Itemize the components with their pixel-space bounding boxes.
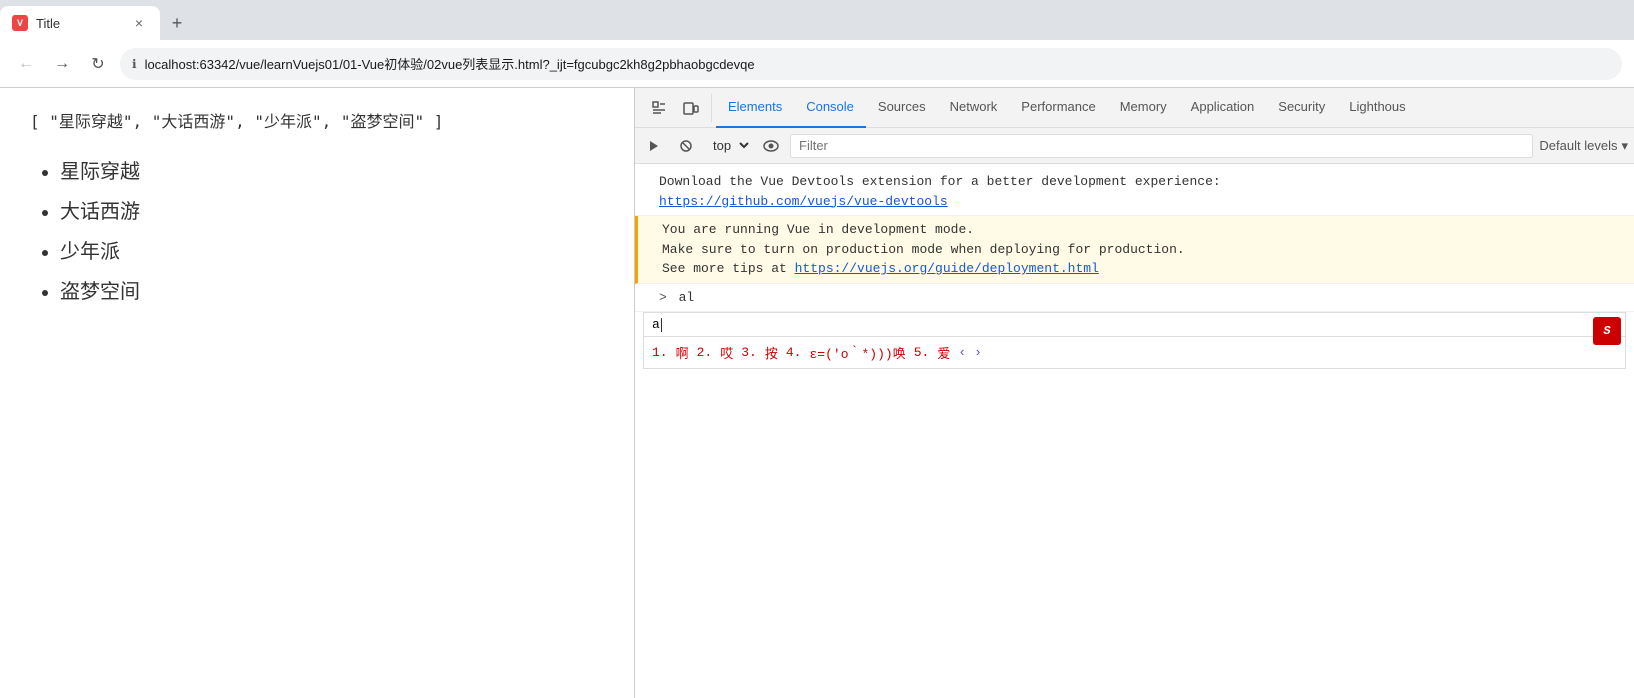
favicon-text: V [17, 18, 23, 28]
movie-list: 星际穿越大话西游少年派盗梦空间 [30, 152, 604, 312]
tab-console[interactable]: Console [794, 88, 866, 128]
tab-performance[interactable]: Performance [1009, 88, 1107, 128]
url-text: localhost:63342/vue/learnVuejs01/01-Vue初… [145, 54, 755, 73]
console-prompt-output: > al [635, 284, 1634, 313]
autocomplete-container: a S 1. 啊 2. 哎 3. 按 [643, 312, 1626, 369]
url-bar[interactable]: ℹ localhost:63342/vue/learnVuejs01/01-Vu… [120, 48, 1622, 80]
default-levels-selector[interactable]: Default levels ▾ [1539, 138, 1628, 154]
back-button[interactable]: ← [12, 50, 40, 78]
autocomplete-item-4[interactable]: ε=(′ο｀*)))唤 [809, 343, 905, 362]
devtools-tab-bar: Elements Console Sources Network Perform… [635, 88, 1634, 128]
console-clear-icon[interactable] [673, 133, 699, 159]
autocomplete-dropdown[interactable]: 1. 啊 2. 哎 3. 按 4. ε=(′ο｀*)))唤 5. 爱 ‹ › [643, 337, 1626, 369]
console-input-box[interactable]: a S [643, 312, 1626, 337]
inspect-element-icon[interactable] [645, 94, 673, 122]
sogou-icon: S [1593, 317, 1621, 345]
input-cursor [661, 318, 662, 332]
console-prompt-text: al [679, 290, 695, 305]
autocomplete-item-5[interactable]: 爱 [937, 343, 950, 362]
console-output: Download the Vue Devtools extension for … [635, 164, 1634, 698]
address-bar: ← → ↻ ℹ localhost:63342/vue/learnVuejs01… [0, 40, 1634, 88]
autocomplete-item-2[interactable]: 哎 [720, 343, 733, 362]
info-icon: ℹ [132, 57, 137, 71]
autocomplete-num-4: 4. [786, 345, 802, 360]
console-arrow-icon: > [659, 290, 667, 305]
tab-elements[interactable]: Elements [716, 88, 794, 128]
autocomplete-num-1: 1. [652, 345, 668, 360]
main-area: [ "星际穿越", "大话西游", "少年派", "盗梦空间" ] 星际穿越大话… [0, 88, 1634, 698]
console-message-devmode: You are running Vue in development mode.… [635, 216, 1634, 284]
tab-memory[interactable]: Memory [1108, 88, 1179, 128]
list-item: 少年派 [60, 232, 604, 272]
tab-lighthouse[interactable]: Lighthous [1337, 88, 1417, 128]
devtools-link[interactable]: https://github.com/vuejs/vue-devtools [659, 194, 948, 209]
autocomplete-num-3: 3. [741, 345, 757, 360]
devtools-panel: Elements Console Sources Network Perform… [634, 88, 1634, 698]
eye-icon[interactable] [758, 133, 784, 159]
tab-security[interactable]: Security [1266, 88, 1337, 128]
tab-close-button[interactable]: × [130, 14, 148, 32]
page-content: [ "星际穿越", "大话西游", "少年派", "盗梦空间" ] 星际穿越大话… [0, 88, 634, 698]
active-tab[interactable]: V Title × [0, 6, 160, 40]
console-toolbar: top Default levels ▾ [635, 128, 1634, 164]
autocomplete-num-5: 5. [914, 345, 930, 360]
autocomplete-num-2: 2. [697, 345, 713, 360]
tab-title: Title [36, 16, 122, 31]
tab-application[interactable]: Application [1179, 88, 1267, 128]
device-toolbar-icon[interactable] [677, 94, 705, 122]
deployment-link[interactable]: https://vuejs.org/guide/deployment.html [795, 261, 1099, 276]
tab-bar: V Title × + [0, 0, 1634, 40]
context-selector[interactable]: top [705, 135, 752, 156]
autocomplete-item-1[interactable]: 啊 [676, 343, 689, 362]
devtools-icon-group [639, 94, 712, 122]
list-item: 大话西游 [60, 192, 604, 232]
autocomplete-prev[interactable]: ‹ [958, 345, 966, 360]
array-display: [ "星际穿越", "大话西游", "少年派", "盗梦空间" ] [30, 108, 604, 132]
list-item: 盗梦空间 [60, 272, 604, 312]
tab-network[interactable]: Network [938, 88, 1010, 128]
list-item: 星际穿越 [60, 152, 604, 192]
new-tab-button[interactable]: + [160, 6, 194, 40]
console-run-icon[interactable] [641, 133, 667, 159]
autocomplete-items: 1. 啊 2. 哎 3. 按 4. ε=(′ο｀*)))唤 5. 爱 ‹ › [652, 343, 1617, 362]
console-message-devtools: Download the Vue Devtools extension for … [635, 168, 1634, 216]
autocomplete-item-3[interactable]: 按 [765, 343, 778, 362]
reload-button[interactable]: ↻ [84, 50, 112, 78]
filter-input[interactable] [790, 134, 1533, 158]
tab-favicon: V [12, 15, 28, 31]
input-text: a [652, 317, 660, 332]
forward-button[interactable]: → [48, 50, 76, 78]
autocomplete-next[interactable]: › [974, 345, 982, 360]
tab-sources[interactable]: Sources [866, 88, 938, 128]
